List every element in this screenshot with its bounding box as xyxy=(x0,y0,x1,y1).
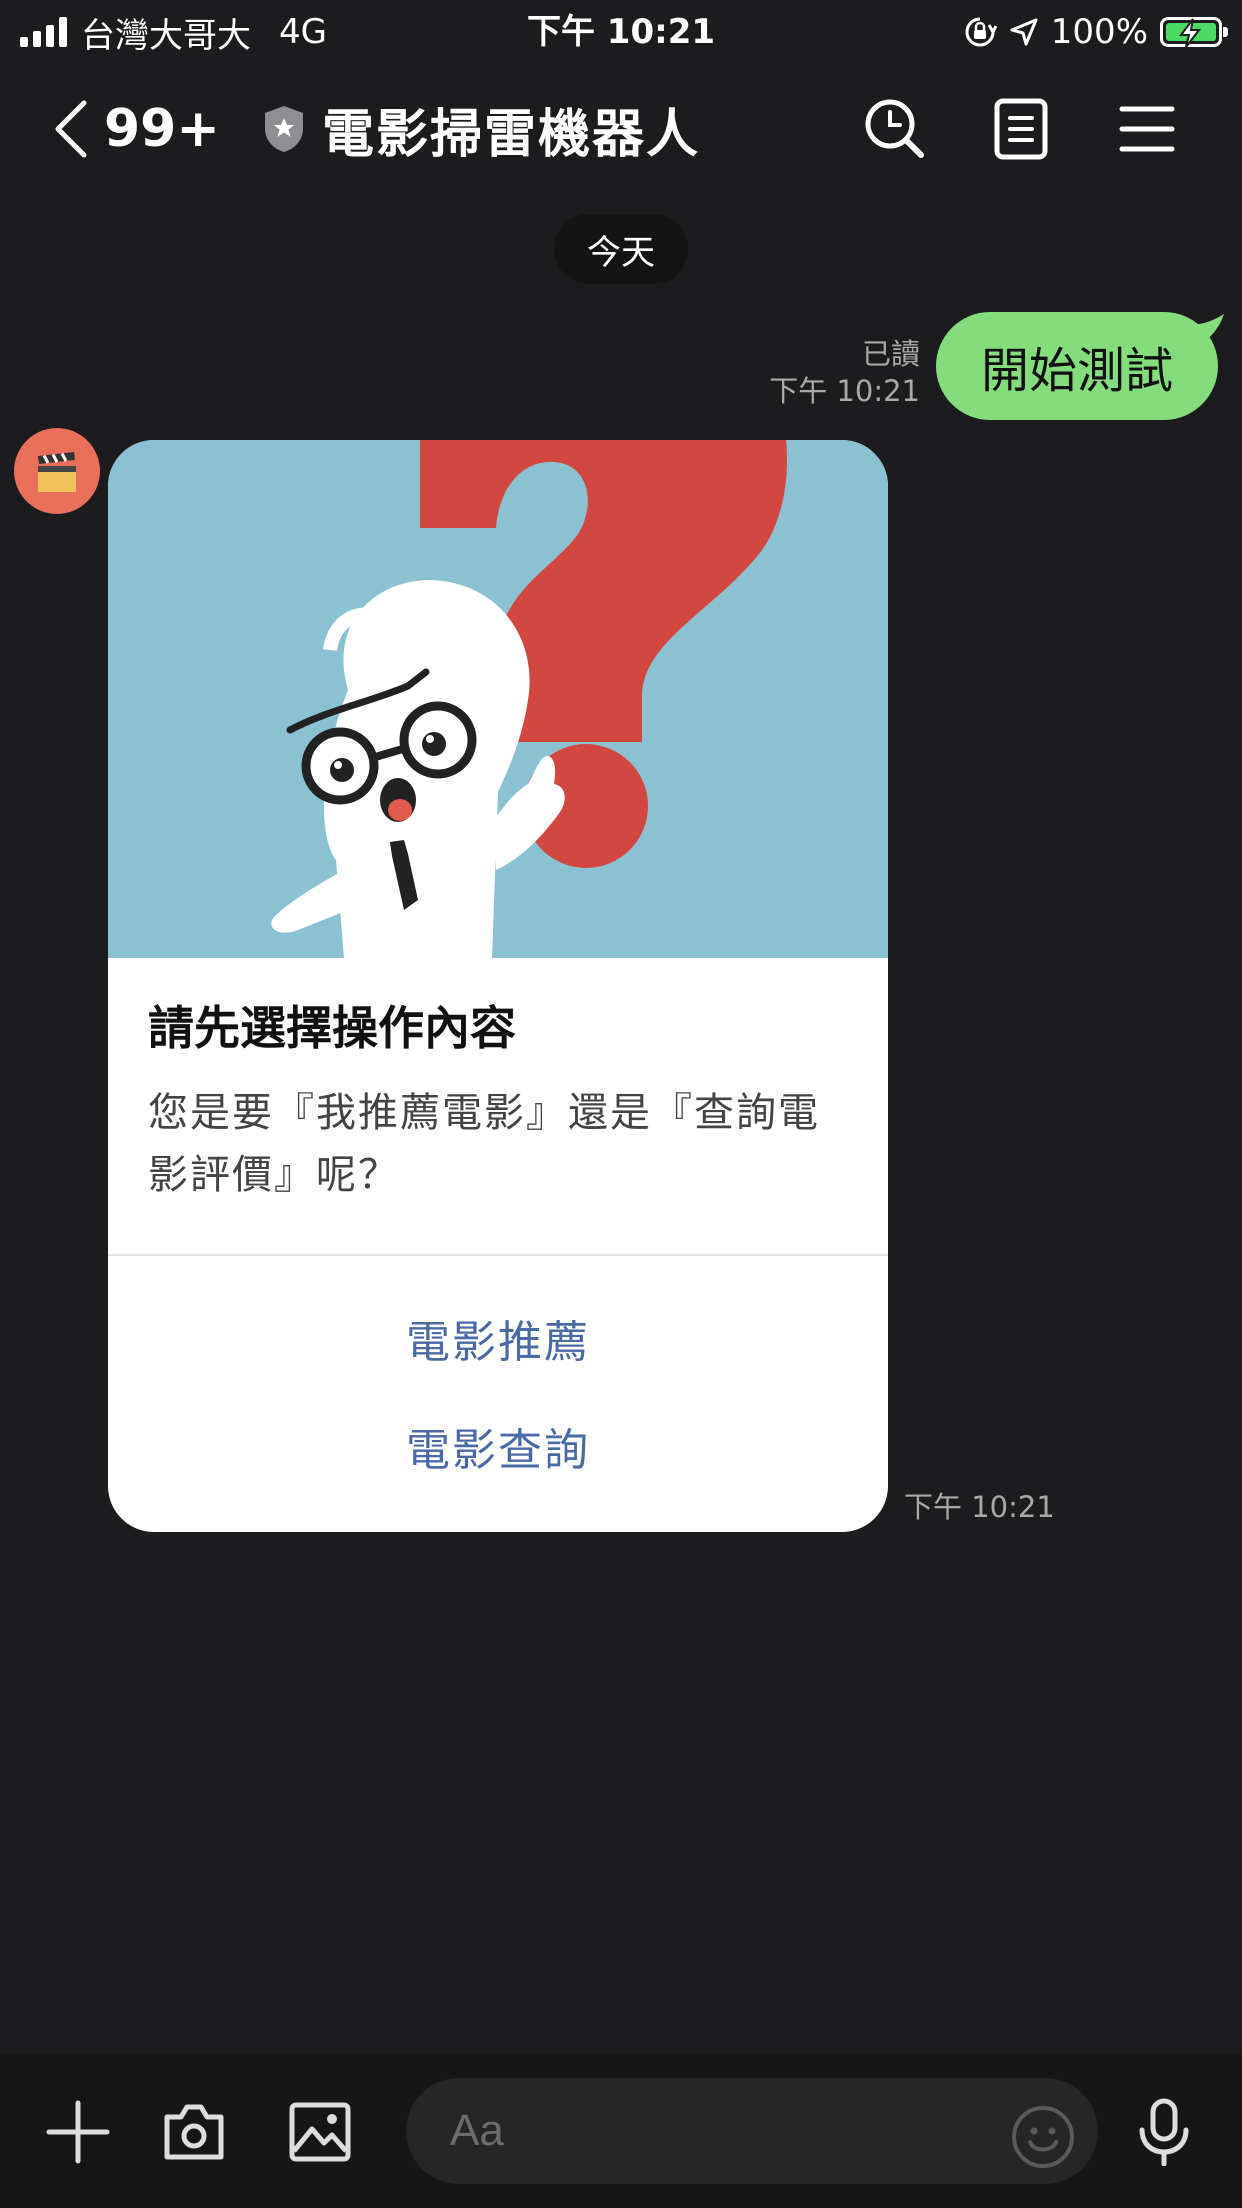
sent-message-meta: 已讀 下午 10:21 xyxy=(769,336,920,410)
add-button[interactable] xyxy=(38,2092,118,2172)
status-bar: 台灣大哥大 4G 下午 10:21 100% xyxy=(0,0,1242,64)
search-icon xyxy=(865,99,924,158)
plus-icon xyxy=(46,2100,110,2164)
back-icon xyxy=(55,100,87,158)
sent-message-time: 下午 10:21 xyxy=(769,374,920,408)
card-hero-image xyxy=(108,440,888,958)
sent-message-bubble[interactable]: 開始測試 xyxy=(936,312,1218,420)
action-movie-search[interactable]: 電影查詢 xyxy=(108,1414,888,1478)
chat-header: 99+ 電影掃雷機器人 xyxy=(0,64,1242,194)
voice-button[interactable] xyxy=(1124,2092,1204,2172)
notes-icon xyxy=(994,98,1048,160)
bot-avatar[interactable] xyxy=(14,428,100,514)
notes-button[interactable] xyxy=(984,92,1058,166)
shield-icon xyxy=(265,106,303,152)
image-icon xyxy=(289,2102,351,2162)
image-button[interactable] xyxy=(280,2092,360,2172)
date-separator: 今天 xyxy=(554,214,688,284)
back-button[interactable]: 99+ xyxy=(52,94,220,164)
location-icon xyxy=(1010,18,1038,46)
card-text: 您是要『我推薦電影』還是『查詢電影評價』呢？ xyxy=(148,1090,820,1198)
chat-title: 電影掃雷機器人 xyxy=(322,104,701,165)
menu-button[interactable] xyxy=(1110,92,1184,166)
camera-icon xyxy=(164,2104,224,2160)
microphone-icon xyxy=(1139,2098,1189,2166)
action-movie-recommend[interactable]: 電影推薦 xyxy=(108,1306,888,1370)
menu-icon xyxy=(1119,106,1175,152)
received-message-time: 下午 10:21 xyxy=(904,1490,1055,1524)
message-input[interactable] xyxy=(406,2078,1098,2184)
status-right: 100% xyxy=(963,8,1228,56)
emoji-icon[interactable] xyxy=(1010,2104,1076,2170)
card-title: 請先選擇操作內容 xyxy=(148,1001,516,1055)
unread-count: 99+ xyxy=(104,99,220,159)
camera-button[interactable] xyxy=(154,2092,234,2172)
battery-icon xyxy=(1160,17,1228,48)
read-receipt: 已讀 xyxy=(861,337,920,371)
clapperboard-icon xyxy=(38,452,76,492)
card-divider xyxy=(108,1254,888,1256)
bot-message-card: 請先選擇操作內容 您是要『我推薦電影』還是『查詢電影評價』呢？ 電影推薦 電影查… xyxy=(108,440,888,1532)
rotation-lock-icon xyxy=(965,17,997,47)
search-button[interactable] xyxy=(858,92,932,166)
battery-percent: 100% xyxy=(1050,12,1148,52)
chat-title-group[interactable]: 電影掃雷機器人 xyxy=(262,94,701,165)
